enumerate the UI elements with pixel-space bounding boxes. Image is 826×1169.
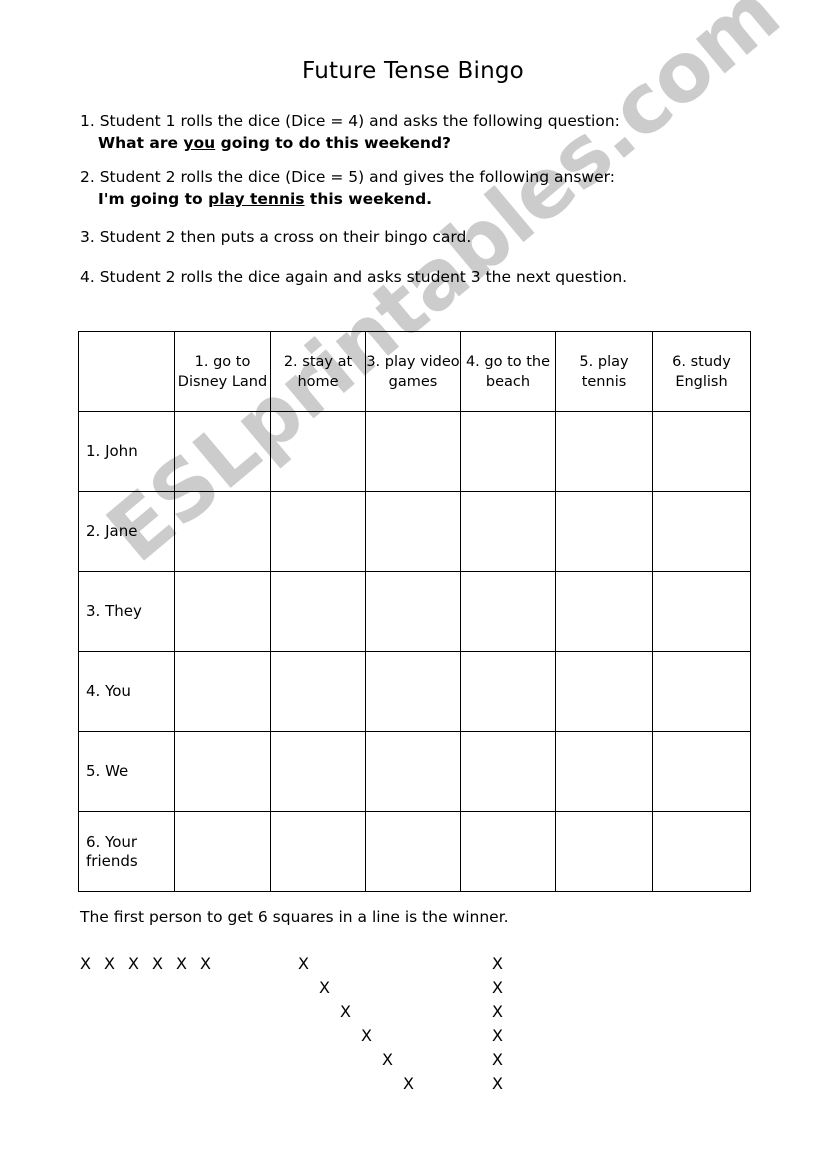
column-header-5: 5. play tennis xyxy=(555,331,653,412)
instruction-item-2: 2. Student 2 rolls the dice (Dice = 5) a… xyxy=(80,166,760,210)
x-mark-diagonal-3: X xyxy=(340,1002,351,1021)
table-row: 3. They xyxy=(78,571,751,652)
instruction-text-3: 3. Student 2 then puts a cross on their … xyxy=(80,228,472,246)
column-header-6: 6. study English xyxy=(652,331,751,412)
instruction-text-2: 2. Student 2 rolls the dice (Dice = 5) a… xyxy=(80,168,615,186)
column-header-4: 4. go to the beach xyxy=(460,331,556,412)
x-mark-horizontal-6: X xyxy=(200,954,211,973)
table-row: 6. Your friends xyxy=(78,811,751,892)
bingo-cell-r1c6[interactable] xyxy=(652,411,751,492)
bingo-cell-r3c6[interactable] xyxy=(652,571,751,652)
table-row: 1. John xyxy=(78,411,751,492)
bingo-cell-r4c2[interactable] xyxy=(270,651,366,732)
x-mark-vertical-2: X xyxy=(492,978,503,997)
instruction-text-1: 1. Student 1 rolls the dice (Dice = 4) a… xyxy=(80,112,620,130)
bingo-cell-r3c5[interactable] xyxy=(555,571,653,652)
x-mark-vertical-6: X xyxy=(492,1074,503,1093)
bingo-cell-r3c4[interactable] xyxy=(460,571,556,652)
bingo-cell-r6c6[interactable] xyxy=(652,811,751,892)
example-suffix-1: going to do this weekend? xyxy=(215,134,452,152)
page-title: Future Tense Bingo xyxy=(302,58,524,84)
row-header-2: 2. Jane xyxy=(78,491,175,572)
x-mark-horizontal-4: X xyxy=(152,954,163,973)
bingo-cell-r6c1[interactable] xyxy=(174,811,271,892)
example-prefix-2: I'm going to xyxy=(98,190,209,208)
column-header-2: 2. stay at home xyxy=(270,331,366,412)
bingo-cell-r1c4[interactable] xyxy=(460,411,556,492)
bingo-cell-r2c5[interactable] xyxy=(555,491,653,572)
table-row: 4. You xyxy=(78,651,751,732)
row-header-5: 5. We xyxy=(78,731,175,812)
table-row: 5. We xyxy=(78,731,751,812)
x-mark-diagonal-1: X xyxy=(298,954,309,973)
bingo-cell-r6c4[interactable] xyxy=(460,811,556,892)
bingo-cell-r2c1[interactable] xyxy=(174,491,271,572)
x-mark-vertical-1: X xyxy=(492,954,503,973)
column-header-1: 1. go to Disney Land xyxy=(174,331,271,412)
instruction-example-2: I'm going to play tennis this weekend. xyxy=(80,188,760,210)
table-corner-cell xyxy=(78,331,175,412)
bingo-cell-r5c2[interactable] xyxy=(270,731,366,812)
x-mark-horizontal-2: X xyxy=(104,954,115,973)
instruction-item-3: 3. Student 2 then puts a cross on their … xyxy=(80,226,760,248)
instruction-example-1: What are you going to do this weekend? xyxy=(80,132,760,154)
bingo-cell-r1c5[interactable] xyxy=(555,411,653,492)
instruction-item-4: 4. Student 2 rolls the dice again and as… xyxy=(80,266,760,288)
bingo-cell-r4c6[interactable] xyxy=(652,651,751,732)
bingo-cell-r4c1[interactable] xyxy=(174,651,271,732)
bingo-cell-r2c4[interactable] xyxy=(460,491,556,572)
table-header-row: 1. go to Disney Land 2. stay at home 3. … xyxy=(78,331,751,412)
bingo-cell-r1c2[interactable] xyxy=(270,411,366,492)
x-mark-horizontal-3: X xyxy=(128,954,139,973)
winner-note: The first person to get 6 squares in a l… xyxy=(80,908,509,926)
x-mark-horizontal-5: X xyxy=(176,954,187,973)
example-prefix-1: What are xyxy=(98,134,184,152)
bingo-cell-r6c3[interactable] xyxy=(365,811,461,892)
column-header-3: 3. play video games xyxy=(365,331,461,412)
x-mark-diagonal-6: X xyxy=(403,1074,414,1093)
bingo-cell-r3c1[interactable] xyxy=(174,571,271,652)
x-mark-diagonal-2: X xyxy=(319,978,330,997)
instructions-list: 1. Student 1 rolls the dice (Dice = 4) a… xyxy=(80,110,760,288)
bingo-cell-r5c5[interactable] xyxy=(555,731,653,812)
worksheet-page: ESLprintables.com Future Tense Bingo 1. … xyxy=(0,0,826,1169)
bingo-cell-r2c2[interactable] xyxy=(270,491,366,572)
table-row: 2. Jane xyxy=(78,491,751,572)
bingo-cell-r4c5[interactable] xyxy=(555,651,653,732)
x-mark-diagonal-4: X xyxy=(361,1026,372,1045)
row-header-6: 6. Your friends xyxy=(78,811,175,892)
instruction-text-4: 4. Student 2 rolls the dice again and as… xyxy=(80,268,628,286)
bingo-cell-r3c2[interactable] xyxy=(270,571,366,652)
example-underlined-2: play tennis xyxy=(208,190,305,208)
x-mark-vertical-4: X xyxy=(492,1026,503,1045)
bingo-cell-r2c3[interactable] xyxy=(365,491,461,572)
bingo-cell-r3c3[interactable] xyxy=(365,571,461,652)
row-header-3: 3. They xyxy=(78,571,175,652)
bingo-cell-r5c6[interactable] xyxy=(652,731,751,812)
bingo-cell-r5c4[interactable] xyxy=(460,731,556,812)
bingo-cell-r4c3[interactable] xyxy=(365,651,461,732)
x-mark-vertical-5: X xyxy=(492,1050,503,1069)
row-header-1: 1. John xyxy=(78,411,175,492)
x-mark-vertical-3: X xyxy=(492,1002,503,1021)
example-suffix-2: this weekend. xyxy=(304,190,433,208)
bingo-cell-r6c5[interactable] xyxy=(555,811,653,892)
example-underlined-1: you xyxy=(183,134,216,152)
bingo-cell-r5c1[interactable] xyxy=(174,731,271,812)
bingo-card-table: 1. go to Disney Land 2. stay at home 3. … xyxy=(78,331,751,892)
bingo-cell-r1c3[interactable] xyxy=(365,411,461,492)
bingo-cell-r4c4[interactable] xyxy=(460,651,556,732)
x-mark-horizontal-1: X xyxy=(80,954,91,973)
bingo-cell-r1c1[interactable] xyxy=(174,411,271,492)
bingo-cell-r5c3[interactable] xyxy=(365,731,461,812)
bingo-cell-r2c6[interactable] xyxy=(652,491,751,572)
x-mark-diagonal-5: X xyxy=(382,1050,393,1069)
bingo-cell-r6c2[interactable] xyxy=(270,811,366,892)
instruction-item-1: 1. Student 1 rolls the dice (Dice = 4) a… xyxy=(80,110,760,154)
row-header-4: 4. You xyxy=(78,651,175,732)
